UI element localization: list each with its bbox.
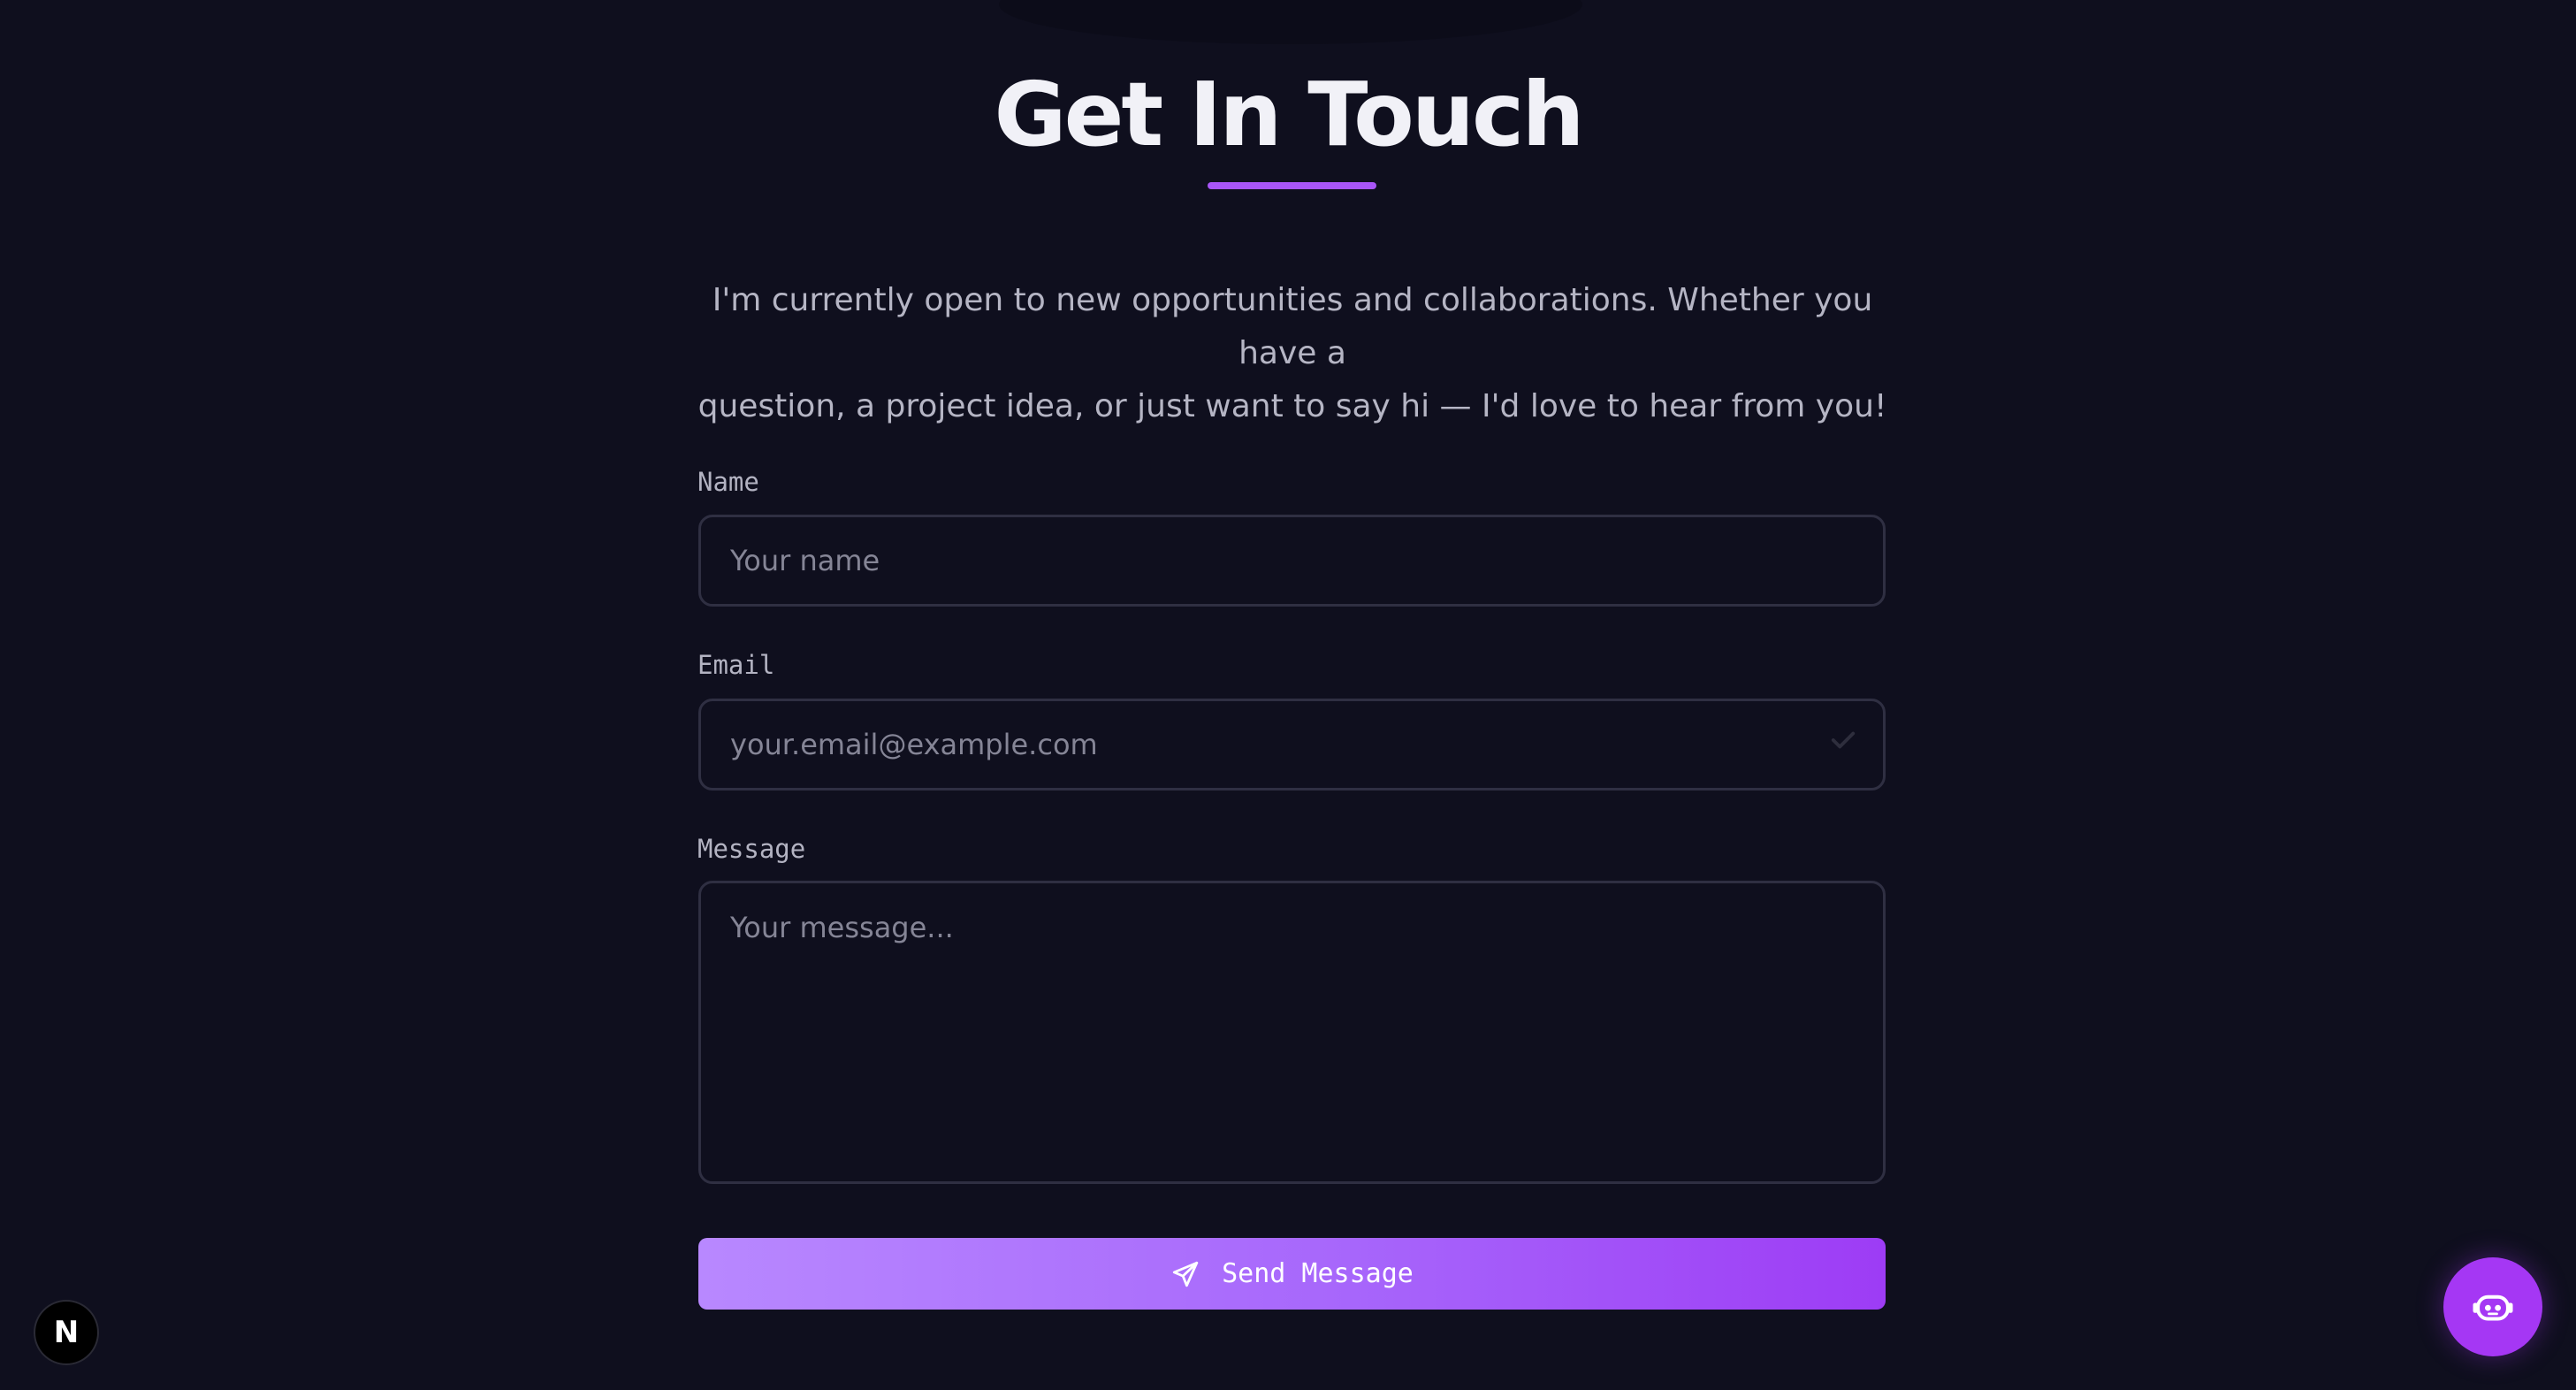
intro-text: I'm currently open to new opportunities … [681,274,1904,433]
name-label: Name [697,467,759,497]
check-icon [1831,731,1856,749]
send-icon [1170,1259,1200,1289]
nextjs-badge[interactable]: N [35,1302,97,1363]
page-title: Get In Touch [994,63,1584,166]
email-label: Email [697,650,775,680]
robot-icon [2473,1295,2513,1321]
top-glow [999,0,1582,44]
name-input[interactable] [698,515,1886,607]
intro-line-2: question, a project idea, or just want t… [697,388,1887,424]
intro-line-1: I'm currently open to new opportunities … [712,282,1873,371]
nextjs-letter: N [53,1315,80,1350]
message-input[interactable] [698,881,1886,1184]
send-message-label: Send Message [1222,1258,1414,1289]
message-label: Message [697,834,806,864]
title-underline [1208,182,1376,189]
chat-widget-button[interactable] [2443,1257,2542,1356]
email-input[interactable] [698,699,1886,790]
send-message-button[interactable]: Send Message [698,1238,1886,1310]
